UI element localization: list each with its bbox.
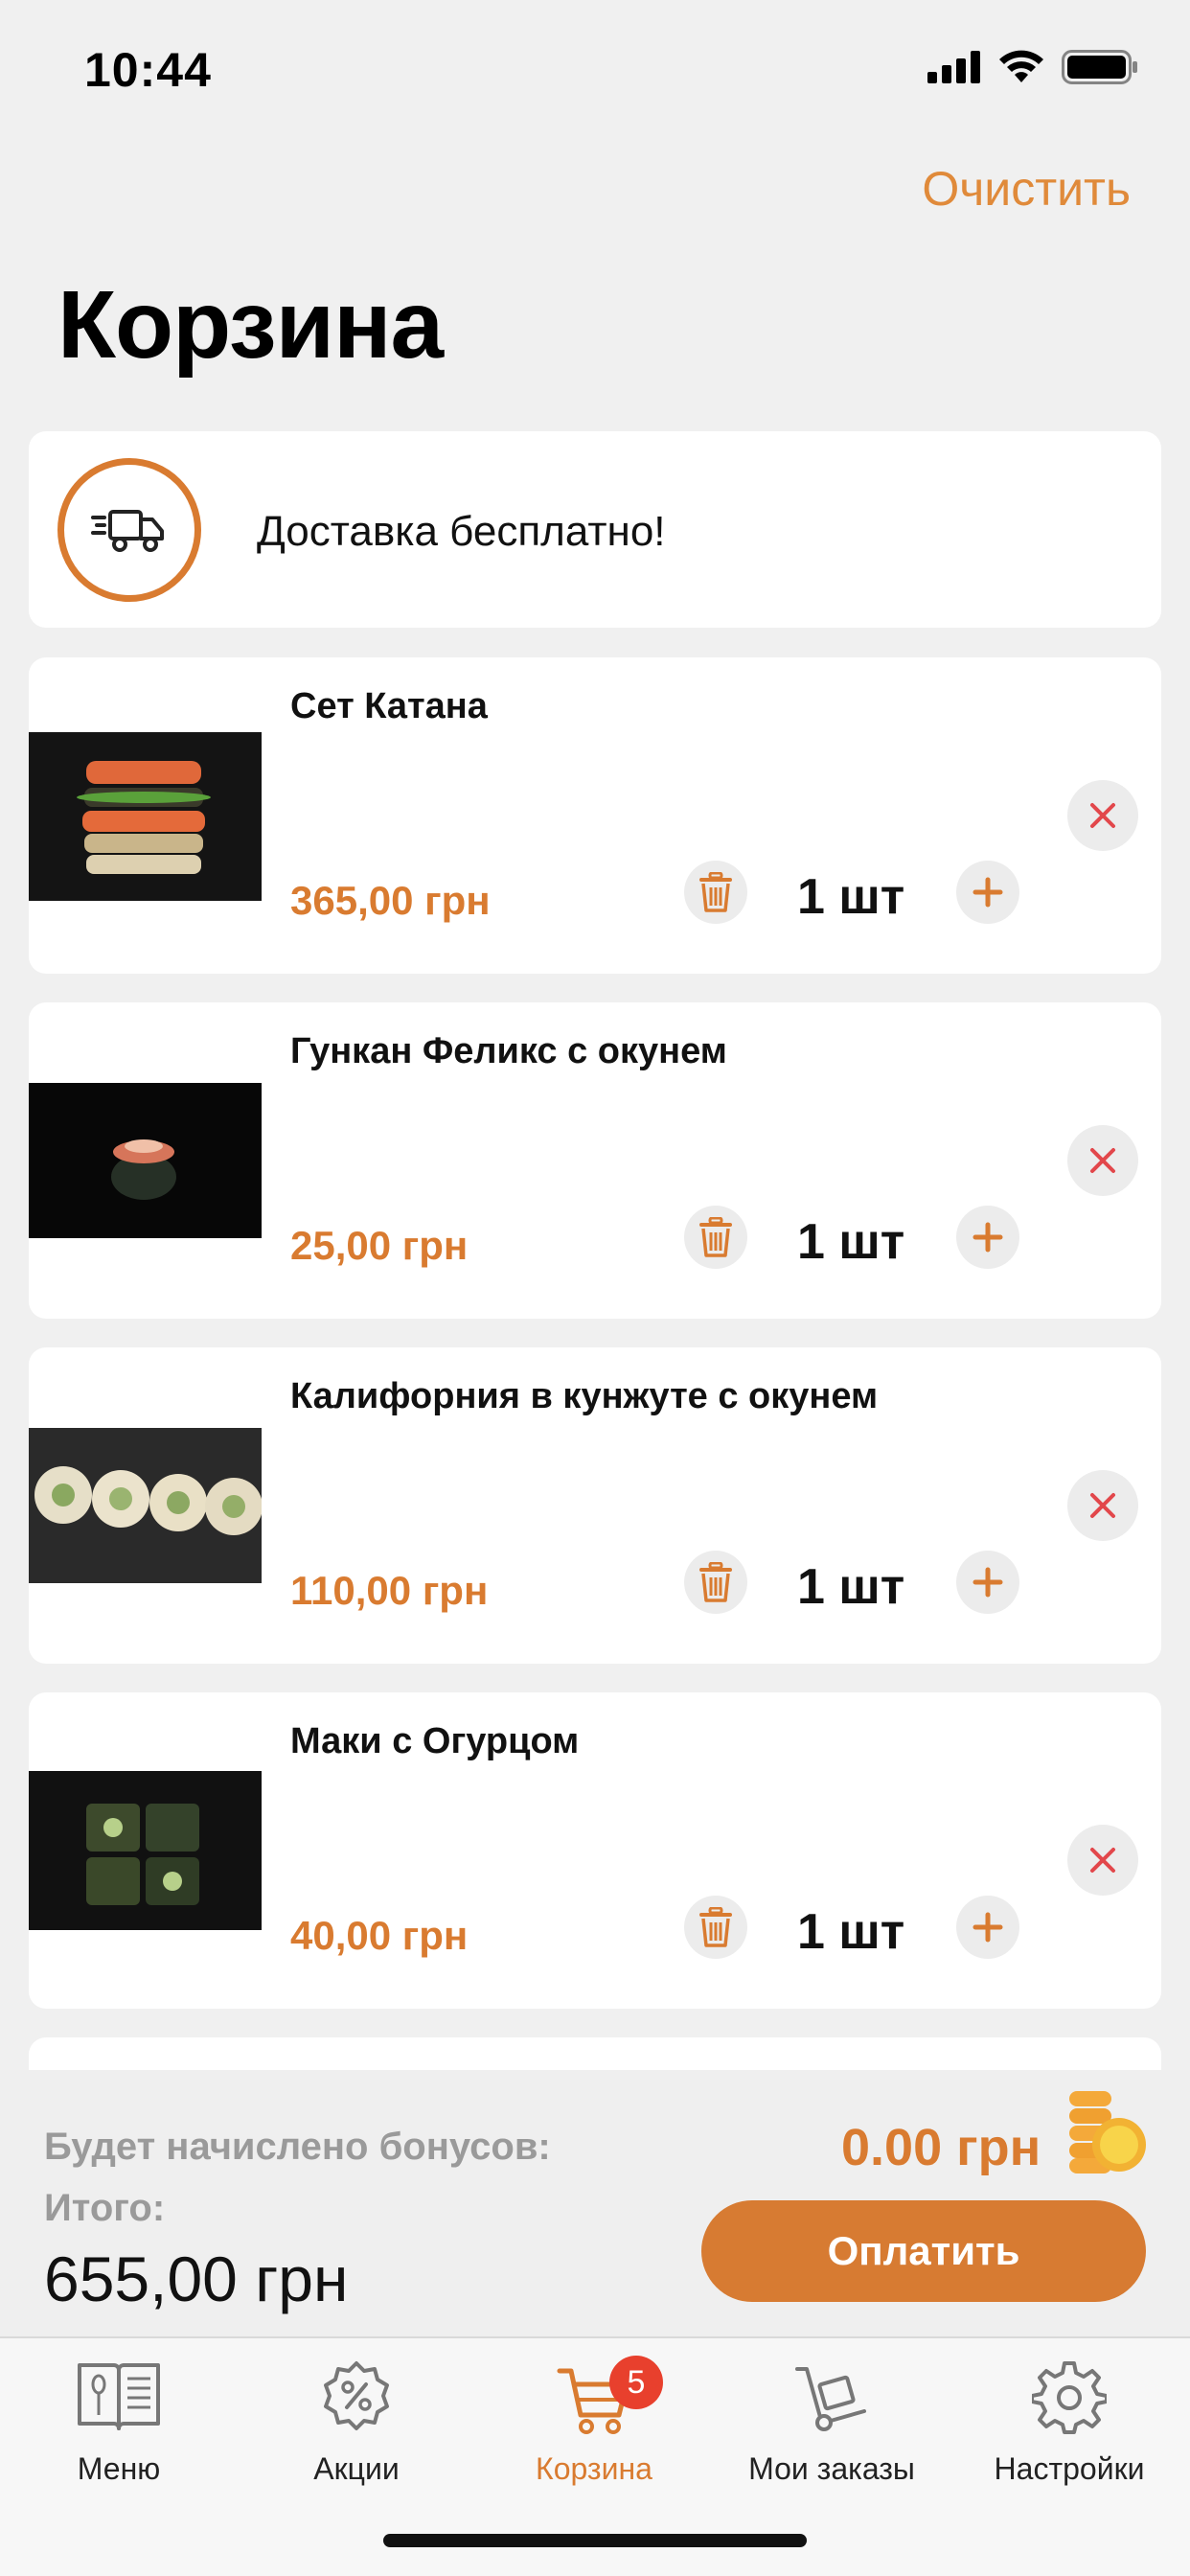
wifi-icon	[999, 50, 1043, 82]
trash-icon	[699, 1562, 732, 1602]
clear-cart-button[interactable]: Очистить	[922, 161, 1131, 217]
dolly-icon	[795, 2367, 866, 2431]
order-summary: Будет начислено бонусов: 0.00 грн Итого:…	[0, 2070, 1190, 2336]
close-icon	[1090, 1148, 1115, 1173]
item-name: Сет Катана	[290, 686, 488, 726]
item-quantity: 1 шт	[797, 869, 905, 925]
bonus-label: Будет начислено бонусов:	[44, 2126, 551, 2168]
decrease-button[interactable]	[684, 1896, 747, 1959]
discount-icon	[324, 2361, 389, 2430]
status-icons	[927, 50, 1138, 84]
product-image	[29, 732, 262, 901]
close-icon	[1090, 1848, 1115, 1873]
item-quantity: 1 шт	[797, 1214, 905, 1270]
increase-button[interactable]	[956, 861, 1019, 924]
cart-count-badge: 5	[609, 2356, 663, 2409]
tab-label: Настройки	[994, 2451, 1145, 2486]
tab-label: Меню	[77, 2451, 161, 2486]
plus-icon	[973, 1222, 1003, 1253]
item-price: 365,00 грн	[290, 878, 491, 923]
item-name: Маки с Огурцом	[290, 1721, 580, 1761]
cart-item: Калифорния в кунжуте с окунем 110,00 грн…	[29, 1347, 1161, 1664]
trash-icon	[699, 872, 732, 912]
tab-label: Акции	[313, 2451, 400, 2486]
close-icon	[1090, 1493, 1115, 1518]
page-title: Корзина	[57, 271, 444, 379]
tab-label: Мои заказы	[748, 2451, 915, 2486]
increase-button[interactable]	[956, 1206, 1019, 1269]
menu-book-icon	[78, 2363, 160, 2430]
tab-settings[interactable]: Настройки	[950, 2338, 1188, 2501]
item-name: Гункан Феликс с окунем	[290, 1031, 727, 1071]
pay-button[interactable]: Оплатить	[701, 2200, 1146, 2302]
item-price: 25,00 грн	[290, 1223, 469, 1268]
tab-cart[interactable]: 5 Корзина	[475, 2338, 713, 2501]
tab-menu[interactable]: Меню	[0, 2338, 238, 2501]
trash-icon	[699, 1217, 732, 1257]
tab-promotions[interactable]: Акции	[238, 2338, 475, 2501]
truck-badge	[57, 458, 201, 602]
status-bar: 10:44	[0, 0, 1190, 134]
close-icon	[1090, 803, 1115, 828]
remove-item-button[interactable]	[1067, 1125, 1138, 1196]
plus-icon	[973, 1567, 1003, 1598]
decrease-button[interactable]	[684, 861, 747, 924]
item-quantity: 1 шт	[797, 1904, 905, 1960]
battery-icon	[1062, 50, 1137, 84]
tab-label: Корзина	[536, 2451, 652, 2486]
item-quantity: 1 шт	[797, 1559, 905, 1615]
cart-item: Сет Катана 365,00 грн 1 шт	[29, 657, 1161, 974]
remove-item-button[interactable]	[1067, 1825, 1138, 1896]
gear-icon	[1032, 2361, 1107, 2434]
plus-icon	[973, 877, 1003, 908]
cart-item: Гункан Феликс с окунем 25,00 грн 1 шт	[29, 1002, 1161, 1319]
item-price: 110,00 грн	[290, 1568, 489, 1613]
truck-icon	[91, 510, 164, 552]
decrease-button[interactable]	[684, 1206, 747, 1269]
remove-item-button[interactable]	[1067, 1470, 1138, 1541]
delivery-banner: Доставка бесплатно!	[29, 431, 1161, 628]
cart-item: Маки с Огурцом 40,00 грн 1 шт	[29, 1692, 1161, 2009]
coins-icon	[1069, 2091, 1146, 2174]
trash-icon	[699, 1907, 732, 1947]
remove-item-button[interactable]	[1067, 780, 1138, 851]
home-indicator[interactable]	[383, 2534, 807, 2547]
tab-my-orders[interactable]: Мои заказы	[713, 2338, 950, 2501]
product-image	[29, 1083, 262, 1238]
cellular-signal-icon	[927, 51, 980, 83]
delivery-text: Доставка бесплатно!	[257, 508, 666, 555]
product-image	[29, 1428, 262, 1583]
item-price: 40,00 грн	[290, 1913, 469, 1958]
plus-icon	[973, 1912, 1003, 1943]
total-value: 655,00 грн	[44, 2243, 349, 2314]
status-time: 10:44	[84, 43, 212, 97]
total-label: Итого:	[44, 2187, 166, 2229]
increase-button[interactable]	[956, 1551, 1019, 1614]
decrease-button[interactable]	[684, 1551, 747, 1614]
increase-button[interactable]	[956, 1896, 1019, 1959]
bonus-value: 0.00 грн	[841, 2119, 1041, 2176]
item-name: Калифорния в кунжуте с окунем	[290, 1376, 879, 1416]
product-image	[29, 1771, 262, 1930]
